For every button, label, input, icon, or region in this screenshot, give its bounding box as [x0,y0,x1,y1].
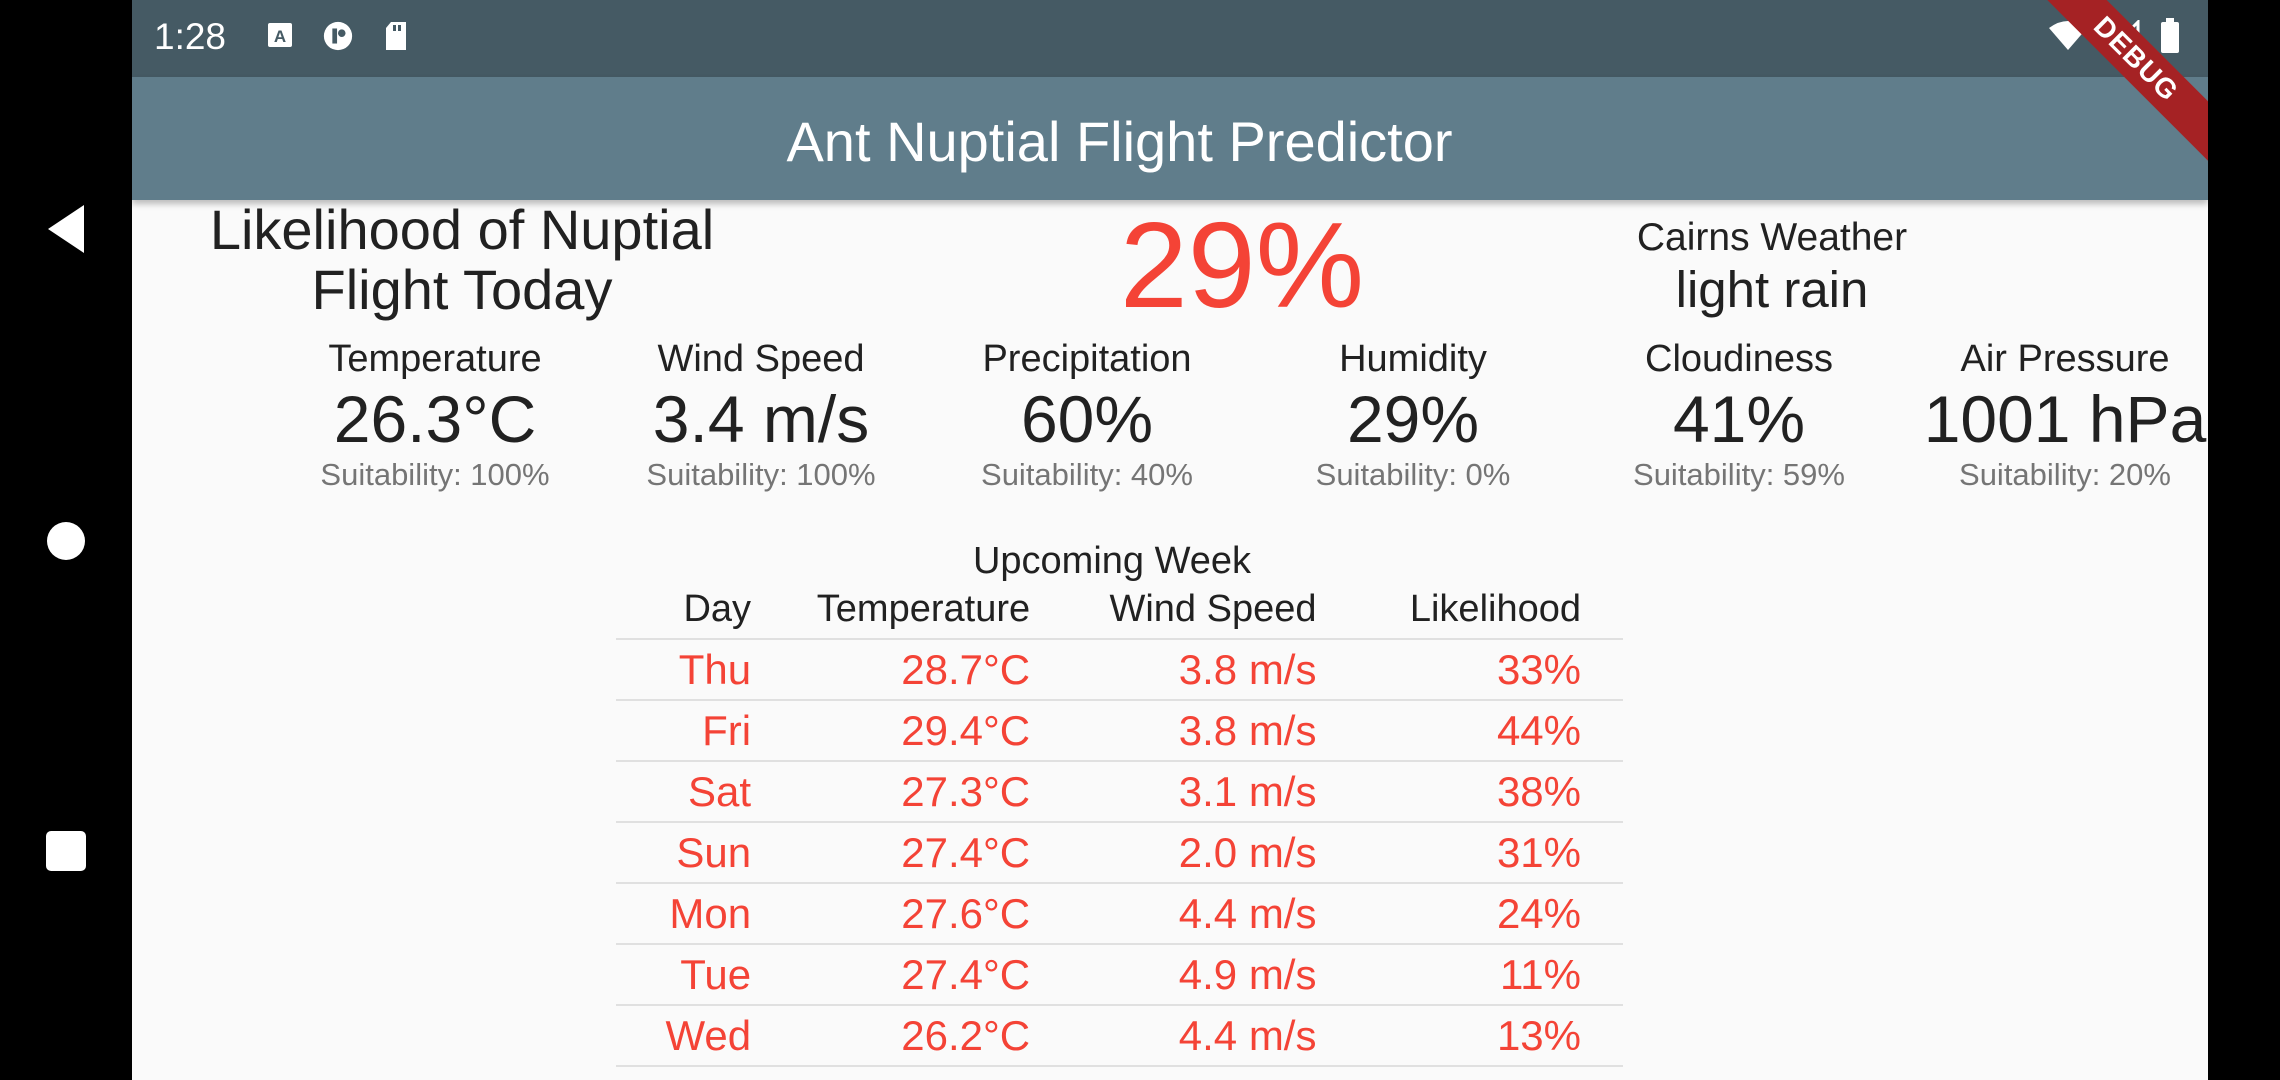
recents-button[interactable] [40,825,92,877]
day-cell: Fri [616,700,794,762]
day-cell: Tue [616,944,794,1006]
metric-humidity: Humidity 29% Suitability: 0% [1250,335,1576,495]
temperature-cell: 26.2°C [793,1005,1073,1067]
status-notification-icons: A [264,19,412,53]
keyboard-a-icon: A [264,19,296,53]
battery-icon [2160,18,2180,59]
back-icon [48,205,84,253]
day-cell: Thu [616,639,794,701]
navigation-bar [0,0,132,1080]
sd-card-icon [380,19,412,53]
metric-air-pressure: Air Pressure 1001 hPa Suitability: 20% [1902,335,2208,495]
today-likelihood: 29% [1119,197,1365,333]
recents-icon [46,831,86,871]
city-weather-label: Cairns Weather [1636,216,1908,259]
day-cell: Wed [616,1005,794,1067]
home-button[interactable] [40,515,92,567]
header-temperature: Temperature [793,580,1073,640]
home-icon [47,522,85,560]
table-header-row: Day Temperature Wind Speed Likelihood [616,580,1623,640]
metric-suitability: Suitability: 40% [981,457,1193,492]
metric-value: 29% [1346,382,1480,456]
metric-label: Precipitation [982,338,1192,380]
metric-precipitation: Precipitation 60% Suitability: 40% [924,335,1250,495]
header-day: Day [616,580,794,640]
metric-cloudiness: Cloudiness 41% Suitability: 59% [1576,335,1902,495]
metric-label: Cloudiness [1645,338,1833,380]
metric-value: 41% [1672,382,1806,456]
app-title: Ant Nuptial Flight Predictor [786,110,1453,173]
likelihood-cell: 33% [1358,639,1623,701]
wind-speed-cell: 3.1 m/s [1072,761,1359,823]
day-cell: Sun [616,822,794,884]
status-time: 1:28 [154,16,227,57]
metric-value: 1001 hPa [1923,382,2207,456]
temperature-cell: 27.4°C [793,944,1073,1006]
back-button[interactable] [40,203,92,255]
metric-value: 3.4 m/s [652,382,870,456]
wind-speed-cell: 4.4 m/s [1072,1005,1359,1067]
day-cell: Mon [616,883,794,945]
likelihood-cell: 24% [1358,883,1623,945]
day-cell: Sat [616,761,794,823]
header-likelihood: Likelihood [1358,580,1623,640]
likelihood-cell: 38% [1358,761,1623,823]
weather-condition: light rain [1675,261,1869,318]
temperature-cell: 27.3°C [793,761,1073,823]
metric-label: Temperature [328,338,542,380]
metric-suitability: Suitability: 100% [646,457,876,492]
table-row: Tue 27.4°C 4.9 m/s 11% [616,944,1623,1006]
main-content: Likelihood of Nuptial Flight Today 29% C… [132,197,2206,1080]
metric-value: 60% [1020,382,1154,456]
app-bar: Ant Nuptial Flight Predictor [132,77,2208,200]
metric-suitability: Suitability: 59% [1633,457,1845,492]
metric-temperature: Temperature 26.3°C Suitability: 100% [272,335,598,495]
metric-value: 26.3°C [333,382,537,456]
upcoming-week-table: Day Temperature Wind Speed Likelihood Th… [616,580,1623,1067]
table-row: Sun 27.4°C 2.0 m/s 31% [616,822,1623,884]
likelihood-cell: 31% [1358,822,1623,884]
table-row: Mon 27.6°C 4.4 m/s 24% [616,883,1623,945]
svg-text:A: A [274,27,286,46]
metric-label: Wind Speed [657,338,865,380]
likelihood-cell: 13% [1358,1005,1623,1067]
table-row: Sat 27.3°C 3.1 m/s 38% [616,761,1623,823]
header-wind-speed: Wind Speed [1072,580,1359,640]
table-row: Wed 26.2°C 4.4 m/s 13% [616,1005,1623,1067]
status-bar: 1:28 A [132,0,2208,77]
circle-app-icon [322,19,354,53]
wind-speed-cell: 3.8 m/s [1072,639,1359,701]
upcoming-week-title: Upcoming Week [972,540,1252,582]
table-row: Fri 29.4°C 3.8 m/s 44% [616,700,1623,762]
wind-speed-cell: 4.4 m/s [1072,883,1359,945]
metric-label: Air Pressure [1960,338,2170,380]
app-window: 1:28 A Ant Nuptial Flight Predictor DEBU… [132,0,2208,1080]
wind-speed-cell: 2.0 m/s [1072,822,1359,884]
likelihood-cell: 44% [1358,700,1623,762]
likelihood-heading: Likelihood of Nuptial Flight Today [209,198,715,321]
wind-speed-cell: 4.9 m/s [1072,944,1359,1006]
temperature-cell: 28.7°C [793,639,1073,701]
metric-suitability: Suitability: 100% [320,457,550,492]
metric-suitability: Suitability: 20% [1959,457,2171,492]
metric-suitability: Suitability: 0% [1315,457,1511,492]
table-row: Thu 28.7°C 3.8 m/s 33% [616,639,1623,701]
wind-speed-cell: 3.8 m/s [1072,700,1359,762]
temperature-cell: 29.4°C [793,700,1073,762]
metrics-row: Temperature 26.3°C Suitability: 100% Win… [132,335,2206,492]
temperature-cell: 27.6°C [793,883,1073,945]
temperature-cell: 27.4°C [793,822,1073,884]
likelihood-cell: 11% [1358,944,1623,1006]
metric-wind-speed: Wind Speed 3.4 m/s Suitability: 100% [598,335,924,495]
metric-label: Humidity [1339,338,1487,380]
